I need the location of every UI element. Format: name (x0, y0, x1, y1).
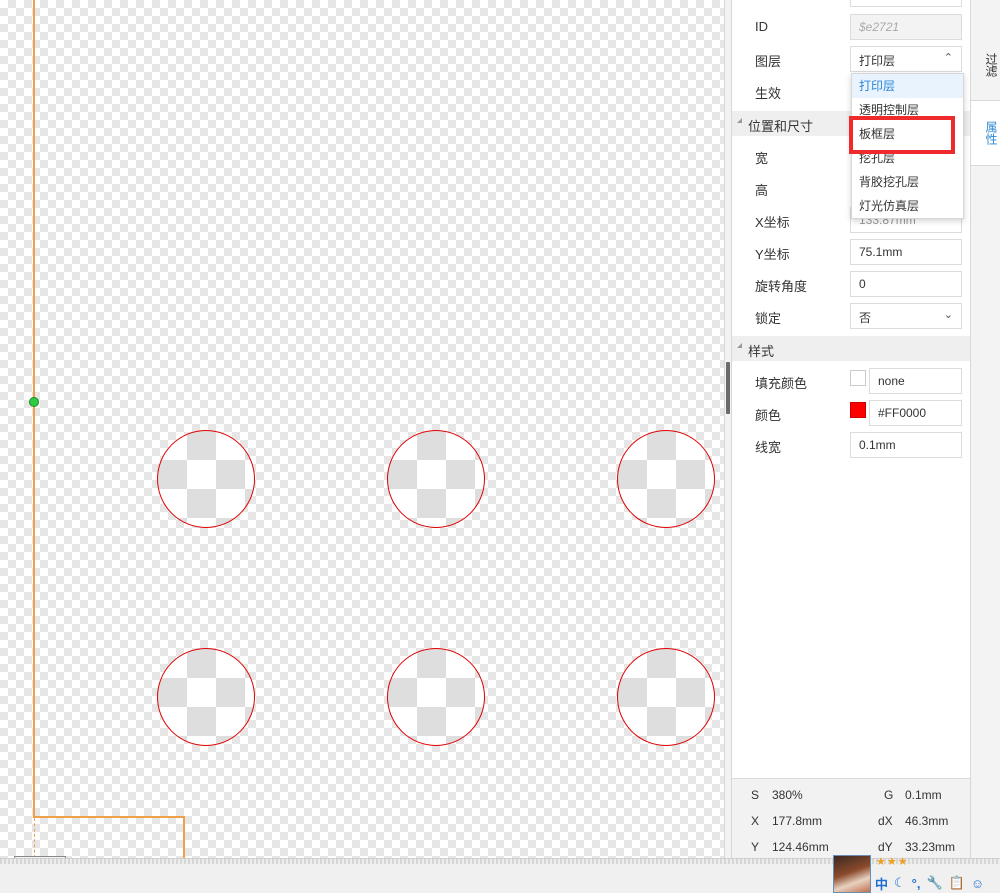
color-label: 颜色 (755, 408, 782, 423)
drill-hole[interactable] (157, 430, 255, 528)
layer-option[interactable]: 背胶挖孔层 (852, 170, 963, 194)
chevron-up-icon: ⌃ (943, 52, 953, 64)
tab-filter[interactable]: 过滤 (971, 35, 1000, 95)
section-title: 位置和尺寸 (748, 119, 814, 134)
layer-option[interactable]: 打印层 (852, 74, 963, 98)
layer-label: 图层 (755, 54, 782, 69)
moon-icon[interactable]: ☾ (894, 875, 906, 891)
status-row: X 177.8mm dX 46.3mm (732, 807, 970, 833)
splitter-handle[interactable] (726, 362, 730, 414)
board-outline-left (33, 0, 35, 818)
drill-hole[interactable] (387, 648, 485, 746)
collapse-triangle-icon (737, 343, 742, 348)
fill-color-swatch[interactable] (850, 370, 866, 386)
effective-label: 生效 (755, 86, 782, 101)
design-canvas[interactable] (0, 0, 724, 858)
chevron-down-icon: ⌄ (943, 309, 953, 321)
status-dx-label: dX (878, 814, 893, 828)
drill-hole[interactable] (617, 648, 715, 746)
panel-splitter[interactable] (724, 0, 732, 858)
fill-row: 填充颜色 none (732, 365, 970, 397)
user-avatar[interactable] (833, 855, 871, 893)
color-row: 颜色 #FF0000 (732, 397, 970, 429)
status-row: S 380% G 0.1mm (732, 781, 970, 807)
status-x-label: X (751, 814, 760, 828)
id-label: ID (755, 19, 768, 34)
status-x-value: 177.8mm (772, 814, 823, 828)
width-label: 宽 (755, 151, 769, 166)
smiley-icon[interactable]: ☺ (971, 876, 984, 891)
name-field[interactable] (850, 0, 962, 7)
anchor-point[interactable] (29, 397, 39, 407)
tab-properties[interactable]: 属性 (971, 100, 1000, 166)
lock-select[interactable]: 否 ⌄ (850, 303, 962, 329)
status-dy-value: 33.23mm (905, 840, 956, 854)
clipboard-icon[interactable]: 📋 (949, 875, 965, 891)
status-dx-value: 46.3mm (905, 814, 949, 828)
status-s-label: S (751, 788, 760, 802)
side-tab-strip: 过滤 属性 (970, 0, 1000, 858)
name-row (732, 0, 970, 10)
rotation-row: 旋转角度 0 (732, 268, 970, 300)
drill-hole[interactable] (387, 430, 485, 528)
lock-label: 锁定 (755, 311, 782, 326)
lock-select-value: 否 (859, 311, 872, 325)
status-g-label: G (884, 788, 894, 802)
layer-row: 图层 打印层 ⌃ (732, 43, 970, 75)
punctuation-icon[interactable]: °, (912, 876, 921, 891)
status-panel: S 380% G 0.1mm X 177.8mm dX 46.3mm Y 124… (732, 778, 970, 858)
board-outline-bottom (33, 816, 185, 818)
rotation-field[interactable]: 0 (850, 271, 962, 297)
drill-hole[interactable] (617, 430, 715, 528)
layer-option[interactable]: 灯光仿真层 (852, 194, 963, 218)
status-s-value: 380% (772, 788, 803, 802)
collapse-triangle-icon (737, 118, 742, 123)
id-field: $e2721 (850, 14, 962, 40)
section-style[interactable]: 样式 (732, 336, 970, 361)
status-g-value: 0.1mm (905, 788, 942, 802)
lock-row: 锁定 否 ⌄ (732, 300, 970, 332)
rotation-label: 旋转角度 (755, 279, 808, 294)
fill-color-field[interactable]: none (869, 368, 962, 394)
board-outline-right (183, 816, 185, 858)
stroke-width-row: 线宽 0.1mm (732, 429, 970, 461)
y-row: Y坐标 75.1mm (732, 236, 970, 268)
annotation-highlight-box (849, 116, 955, 154)
stroke-width-label: 线宽 (755, 440, 782, 455)
ime-language-toggle[interactable]: 中 (875, 874, 888, 893)
y-field[interactable]: 75.1mm (850, 239, 962, 265)
status-y-value: 124.46mm (772, 840, 829, 854)
stroke-width-field[interactable]: 0.1mm (850, 432, 962, 458)
stroke-color-swatch[interactable] (850, 402, 866, 418)
tab-top-partial[interactable] (971, 0, 1000, 10)
stroke-color-field[interactable]: #FF0000 (869, 400, 962, 426)
rating-stars: ★★★ (876, 856, 909, 868)
section-title: 样式 (748, 344, 775, 359)
id-row: ID $e2721 (732, 11, 970, 43)
wrench-icon[interactable]: 🔧 (926, 875, 942, 891)
status-y-label: Y (751, 840, 760, 854)
fill-label: 填充颜色 (755, 376, 808, 391)
board-dashed-guide (34, 818, 35, 858)
height-label: 高 (755, 183, 769, 198)
ime-toolbar: 中 ☾ °, 🔧 📋 ☺ (875, 873, 984, 893)
y-label: Y坐标 (755, 247, 790, 262)
drill-hole[interactable] (157, 648, 255, 746)
status-dy-label: dY (878, 840, 893, 854)
layer-select[interactable]: 打印层 ⌃ (850, 46, 962, 72)
layer-select-value: 打印层 (859, 54, 896, 68)
x-label: X坐标 (755, 215, 790, 230)
